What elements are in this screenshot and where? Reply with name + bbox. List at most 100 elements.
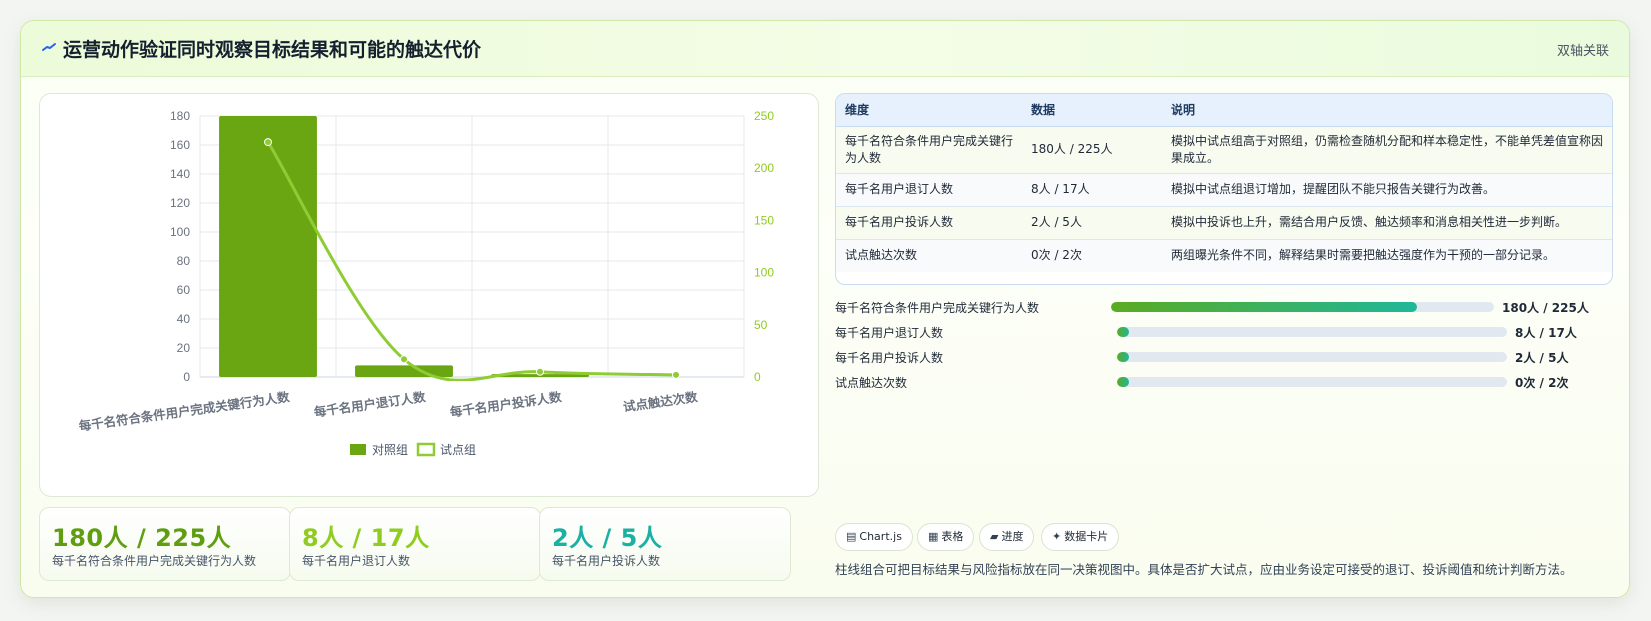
progress-label: 每千名用户投诉人数 (835, 351, 944, 365)
chart-icon: ▤ (846, 530, 857, 543)
legend-swatch-pilot (416, 442, 436, 457)
progress-label: 每千名用户退订人数 (835, 326, 944, 340)
chip-data-cards[interactable]: ✦ 数据卡片 (1041, 523, 1120, 551)
table-cell: 180人 / 225人 (1022, 126, 1162, 173)
y-right-tick-label: 200 (754, 161, 774, 175)
legend-label-control: 对照组 (372, 443, 408, 457)
y-left-tick-label: 60 (177, 283, 191, 297)
x-tick-label: 每千名用户投诉人数 (449, 389, 563, 420)
y-right-tick-label: 50 (754, 318, 768, 332)
chip-label: 进度 (1001, 530, 1024, 543)
progress-value: 0次 / 2次 (1515, 376, 1569, 390)
chip-progress[interactable]: ▰ 进度 (979, 523, 1035, 551)
chip-label: 数据卡片 (1064, 530, 1109, 543)
progress-row: 每千名符合条件用户完成关键行为人数 180人 / 225人 (835, 295, 1625, 320)
table-cell: 试点触达次数 (836, 238, 1022, 272)
table-icon: ▦ (928, 530, 939, 543)
kpi-value: 2人 / 5人 (552, 524, 663, 552)
progress-row: 每千名用户投诉人数 2人 / 5人 (835, 345, 1625, 370)
y-left-tick-label: 0 (183, 370, 190, 384)
legend-label-pilot: 试点组 (440, 442, 476, 457)
kpi-card-key-action: 180人 / 225人 每千名符合条件用户完成关键行为人数 (39, 507, 291, 581)
trend-icon (42, 43, 56, 51)
chip-label: 表格 (941, 530, 964, 543)
table-cell: 每千名用户退订人数 (836, 172, 1022, 206)
table-cell: 8人 / 17人 (1022, 172, 1162, 206)
y-left-tick-label: 100 (170, 225, 190, 239)
point-pilot (672, 370, 680, 379)
data-table: 维度 数据 说明 每千名符合条件用户完成关键行为人数 180人 / 225人 模… (835, 93, 1613, 285)
chip-table[interactable]: ▦ 表格 (917, 523, 975, 551)
point-pilot (536, 367, 544, 376)
progress-icon: ▰ (990, 530, 999, 543)
y-right-tick-label: 150 (754, 213, 774, 227)
y-left-tick-label: 120 (170, 196, 190, 210)
kpi-card-complaint: 2人 / 5人 每千名用户投诉人数 (539, 507, 791, 581)
bar-control (355, 365, 453, 377)
progress-fill (1117, 352, 1129, 362)
y-right-tick-label: 250 (754, 109, 774, 123)
combo-chart: 0 20 40 60 80 100 120 140 160 180 0 50 100 150 200 250 每… (78, 109, 774, 457)
x-tick-label: 试点触达次数 (622, 389, 699, 414)
y-left-tick-label: 140 (170, 167, 190, 181)
progress-label: 每千名符合条件用户完成关键行为人数 (835, 301, 1040, 315)
table-row: 每千名符合条件用户完成关键行为人数 180人 / 225人 模拟中试点组高于对照… (836, 126, 1612, 173)
progress-value: 8人 / 17人 (1515, 326, 1577, 340)
y-right-tick-label: 100 (754, 266, 774, 280)
table-row: 每千名用户退订人数 8人 / 17人 模拟中试点组退订增加，提醒团队不能只报告关… (836, 172, 1612, 206)
progress-fill (1117, 327, 1129, 337)
kpi-value: 8人 / 17人 (302, 524, 430, 552)
column-header: 维度 (836, 94, 1022, 127)
progress-value: 2人 / 5人 (1515, 351, 1569, 365)
table-header-row: 维度 数据 说明 (836, 94, 1612, 127)
progress-row: 试点触达次数 0次 / 2次 (835, 370, 1625, 395)
chip-label: Chart.js (859, 530, 902, 543)
table-row: 试点触达次数 0次 / 2次 两组曝光条件不同，解释结果时需要把触达强度作为干预… (836, 238, 1612, 272)
y-left-tick-label: 160 (170, 138, 190, 152)
table-row: 每千名用户投诉人数 2人 / 5人 模拟中投诉也上升，需结合用户反馈、触达频率和… (836, 205, 1612, 239)
table-cell: 两组曝光条件不同，解释结果时需要把触达强度作为干预的一部分记录。 (1162, 238, 1612, 272)
table-cell: 模拟中投诉也上升，需结合用户反馈、触达频率和消息相关性进一步判断。 (1162, 205, 1612, 239)
y-right-tick-label: 0 (754, 370, 761, 384)
point-pilot (400, 355, 408, 364)
progress-track (1117, 377, 1507, 387)
page-title: 运营动作验证同时观察目标结果和可能的触达代价 (63, 39, 482, 61)
y-left-tick-label: 180 (170, 109, 190, 123)
y-left-tick-label: 80 (177, 254, 191, 268)
point-pilot (264, 138, 272, 147)
column-header: 说明 (1162, 94, 1612, 127)
table-cell: 每千名用户投诉人数 (836, 205, 1022, 239)
table-cell: 2人 / 5人 (1022, 205, 1162, 239)
progress-fill (1117, 377, 1129, 387)
kpi-label: 每千名用户退订人数 (302, 554, 411, 568)
card-icon: ✦ (1052, 530, 1062, 543)
kpi-label: 每千名用户投诉人数 (552, 554, 661, 568)
kpi-card-unsubscribe: 8人 / 17人 每千名用户退订人数 (289, 507, 541, 581)
chart-panel: 0 20 40 60 80 100 120 140 160 180 0 50 100 150 200 250 每… (39, 93, 819, 497)
progress-list: 每千名符合条件用户完成关键行为人数 180人 / 225人 每千名用户退订人数 … (835, 295, 1625, 395)
table-cell: 每千名符合条件用户完成关键行为人数 (836, 126, 1022, 173)
progress-track (1117, 327, 1507, 337)
legend-swatch-control (350, 444, 366, 455)
progress-label: 试点触达次数 (835, 376, 908, 390)
footnote: 柱线组合可把目标结果与风险指标放在同一决策视图中。具体是否扩大试点，应由业务设定… (835, 562, 1573, 577)
progress-row: 每千名用户退订人数 8人 / 17人 (835, 320, 1625, 345)
dashboard-card: 运营动作验证同时观察目标结果和可能的触达代价 双轴关联 0 20 40 60 80 100… (20, 20, 1630, 598)
table-cell: 模拟中试点组高于对照组，仍需检查随机分配和样本稳定性，不能单凭差值宣称因果成立。 (1162, 126, 1612, 173)
column-header: 数据 (1022, 94, 1162, 127)
kpi-label: 每千名符合条件用户完成关键行为人数 (52, 554, 257, 568)
table-cell: 0次 / 2次 (1022, 238, 1162, 272)
x-tick-label: 每千名符合条件用户完成关键行为人数 (78, 389, 291, 433)
table-cell: 模拟中试点组退订增加，提醒团队不能只报告关键行为改善。 (1162, 172, 1612, 206)
y-left-tick-label: 20 (177, 341, 191, 355)
x-tick-label: 每千名用户退订人数 (313, 389, 427, 420)
progress-track (1117, 352, 1507, 362)
card-header: 运营动作验证同时观察目标结果和可能的触达代价 双轴关联 (21, 21, 1629, 77)
chip-chartjs[interactable]: ▤ Chart.js (835, 523, 913, 551)
bar-control (219, 116, 317, 377)
dual-axis-tag: 双轴关联 (1556, 44, 1609, 59)
progress-fill (1111, 302, 1418, 312)
progress-track (1111, 302, 1494, 312)
y-left-tick-label: 40 (177, 312, 191, 326)
progress-value: 180人 / 225人 (1502, 301, 1589, 315)
